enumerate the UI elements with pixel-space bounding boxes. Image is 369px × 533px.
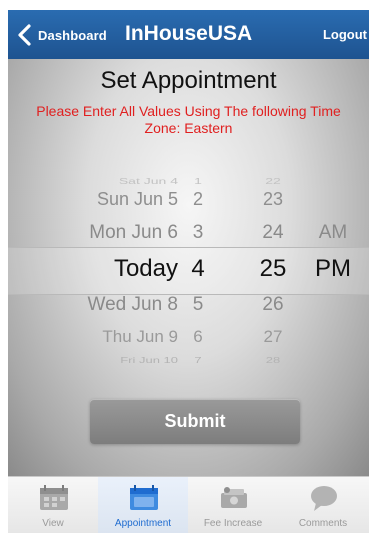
logout-button[interactable]: Logout [323,27,367,42]
picker-option[interactable]: 3 [184,222,212,244]
picker-option[interactable]: 1 [184,176,212,186]
page-title: Set Appointment [100,67,277,94]
submit-button[interactable]: Submit [90,399,300,444]
picker-option[interactable]: Fri Jun 10 [8,356,178,365]
tab-bar: View Appointment Fee Increase Comments [8,476,369,533]
tab-comments[interactable]: Comments [278,477,368,533]
picker-option[interactable]: 22 [251,176,295,186]
picker-option[interactable]: Wed Jun 8 [8,294,178,316]
picker-ampm-column[interactable]: AM PM [308,173,358,373]
picker-hour-column[interactable]: 1 2 3 4 5 6 7 [184,173,212,373]
picker-option[interactable]: Sat Jun 4 [8,176,178,186]
picker-option[interactable]: 2 [184,189,212,210]
picker-option-selected[interactable]: 25 [251,255,295,283]
tab-appointment[interactable]: Appointment [98,477,188,533]
back-button[interactable]: Dashboard [16,23,107,47]
timezone-warning: Please Enter All Values Using The follow… [36,103,341,136]
chevron-left-icon [18,24,31,46]
picker-option-selected[interactable]: PM [308,255,358,283]
date-time-picker[interactable]: Sat Jun 4 Sun Jun 5 Mon Jun 6 Today Wed … [8,173,369,373]
picker-option[interactable]: Thu Jun 9 [8,327,178,347]
speech-bubble-icon [311,486,337,511]
picker-option[interactable]: Sun Jun 5 [8,189,178,210]
tab-view[interactable]: View [8,477,98,533]
picker-option[interactable]: AM [308,222,358,244]
tab-label: Appointment [114,518,172,529]
calendar-icon [40,485,68,510]
picker-option[interactable]: 23 [251,189,295,210]
app-title: InHouseUSA [125,22,253,45]
money-icon [221,487,247,508]
picker-minute-column[interactable]: 22 23 24 25 26 27 28 [251,173,295,373]
calendar-icon [130,485,158,510]
navigation-bar: Dashboard InHouseUSA Logout [8,10,369,59]
picker-option[interactable]: 26 [251,294,295,316]
tab-fee-increase[interactable]: Fee Increase [188,477,278,533]
picker-option[interactable]: Mon Jun 6 [8,222,178,244]
picker-option-selected[interactable]: Today [8,255,178,283]
app-frame: Dashboard InHouseUSA Logout Set Appointm… [8,0,369,533]
picker-date-column[interactable]: Sat Jun 4 Sun Jun 5 Mon Jun 6 Today Wed … [8,173,178,373]
back-button-label: Dashboard [38,27,107,43]
tab-label: Fee Increase [203,518,263,529]
picker-option[interactable]: 28 [251,356,295,365]
picker-option[interactable]: 5 [184,294,212,316]
picker-option[interactable]: 27 [251,327,295,347]
tab-label: View [42,518,64,529]
main-content: Set Appointment Please Enter All Values … [8,59,369,476]
picker-option[interactable]: 24 [251,222,295,244]
picker-option[interactable]: 7 [184,356,212,365]
picker-option-selected[interactable]: 4 [184,255,212,283]
picker-option[interactable]: 6 [184,327,212,347]
tab-label: Comments [298,518,348,529]
